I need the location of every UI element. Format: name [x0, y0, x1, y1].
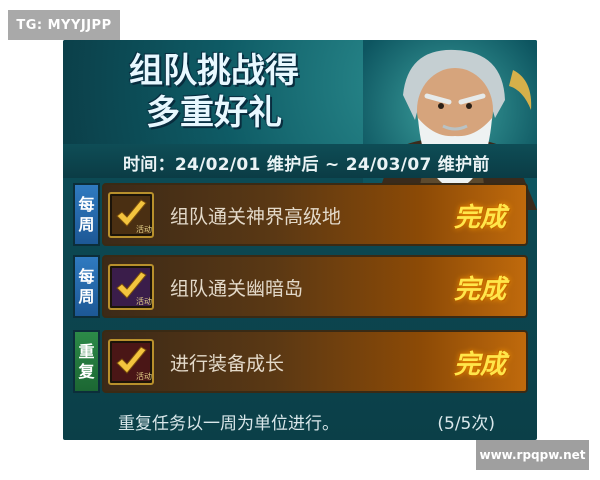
task-label: 组队通关神界高级地: [170, 206, 342, 228]
task-row: 重 复 活动 进行装备成长 完成: [73, 330, 528, 393]
banner-title-line1: 组队挑战得: [129, 51, 299, 91]
event-time: 时间：24/02/01 维护后 ~ 24/03/07 维护前: [123, 155, 490, 175]
task-label: 组队通关幽暗岛: [170, 278, 304, 300]
check-badge-icon: 活动: [108, 264, 154, 310]
site-watermark: www.rpqpw.net: [476, 440, 589, 470]
task-complete-status: 完成: [453, 350, 506, 380]
tag-char-top: 每: [78, 266, 95, 286]
tag-char-bottom: 周: [78, 286, 95, 306]
task-complete-status: 完成: [453, 275, 506, 305]
task-bar: 活动 进行装备成长 完成: [102, 330, 528, 393]
banner-title: 组队挑战得 多重好礼: [99, 50, 329, 134]
repeat-tag: 重 复: [73, 330, 100, 393]
weekly-tag: 每 周: [73, 183, 100, 246]
tag-char-top: 重: [78, 341, 95, 361]
repeat-task-note: 重复任务以一周为单位进行。: [118, 414, 339, 434]
footer: 重复任务以一周为单位进行。 (5/5次): [63, 398, 537, 440]
task-label: 进行装备成长: [170, 353, 285, 375]
check-badge-icon: 活动: [108, 192, 154, 238]
icon-caption: 活动: [136, 371, 152, 381]
task-bar: 活动 组队通关神界高级地 完成: [102, 183, 528, 246]
task-row: 每 周 活动 组队通关幽暗岛 完成: [73, 255, 528, 318]
event-time-bar: 时间：24/02/01 维护后 ~ 24/03/07 维护前: [63, 144, 537, 178]
icon-caption: 活动: [136, 224, 152, 234]
tag-char-bottom: 周: [78, 214, 95, 234]
icon-caption: 活动: [136, 296, 152, 306]
weekly-tag: 每 周: [73, 255, 100, 318]
task-complete-status: 完成: [453, 203, 506, 233]
check-badge-icon: 活动: [108, 339, 154, 385]
banner-title-line2: 多重好礼: [146, 93, 282, 133]
tg-watermark: TG: MYYJJPP: [8, 10, 120, 40]
tag-char-bottom: 复: [78, 361, 95, 381]
task-row: 每 周 活动 组队通关神界高级地 完成: [73, 183, 528, 246]
completion-count: (5/5次): [437, 414, 495, 434]
event-panel: 组队挑战得 多重好礼 时间：24/02/01 维护后 ~ 24/03/07 维护…: [63, 40, 537, 440]
task-bar: 活动 组队通关幽暗岛 完成: [102, 255, 528, 318]
tag-char-top: 每: [78, 194, 95, 214]
